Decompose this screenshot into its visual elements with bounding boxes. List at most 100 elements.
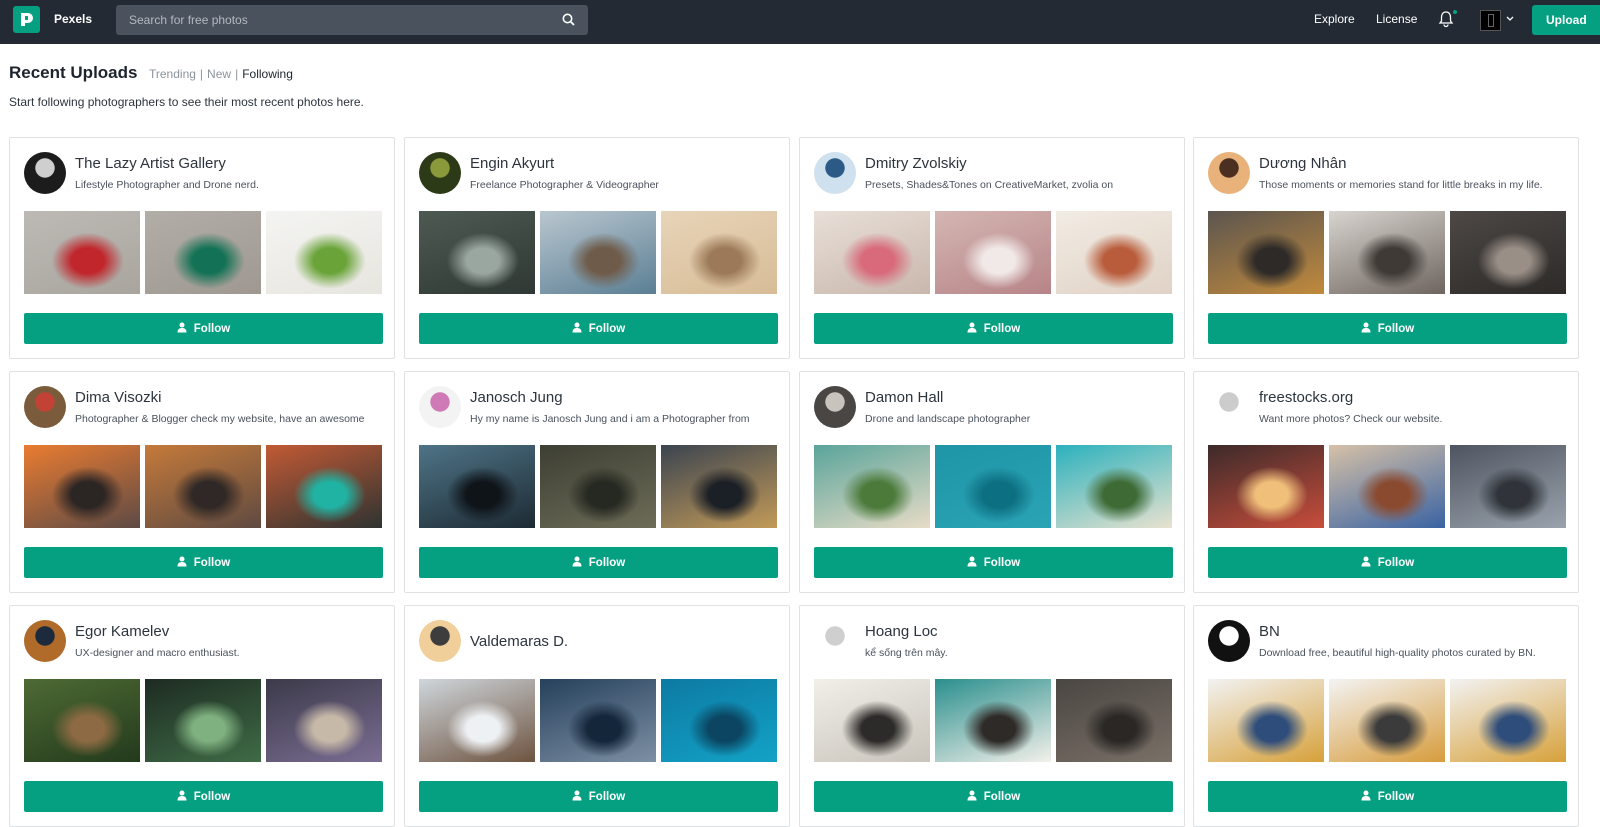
photographer-avatar[interactable] bbox=[419, 152, 461, 194]
photo-thumbnail[interactable] bbox=[419, 445, 535, 528]
photo-thumbnail[interactable] bbox=[1056, 679, 1172, 762]
user-plus-icon bbox=[967, 322, 977, 333]
photographer-avatar[interactable] bbox=[24, 620, 66, 662]
upload-button[interactable]: Upload bbox=[1532, 5, 1600, 35]
photographer-avatar[interactable] bbox=[419, 620, 461, 662]
photographer-avatar[interactable] bbox=[24, 386, 66, 428]
tab-following[interactable]: Following bbox=[242, 67, 293, 81]
photo-thumbnail[interactable] bbox=[1056, 445, 1172, 528]
photo-thumbnail[interactable] bbox=[1450, 211, 1566, 294]
photo-thumbnail[interactable] bbox=[24, 445, 140, 528]
follow-button[interactable]: Follow bbox=[24, 547, 383, 578]
tab-trending[interactable]: Trending bbox=[149, 67, 196, 81]
photo-strip bbox=[24, 211, 383, 294]
photographer-name[interactable]: BN bbox=[1259, 623, 1280, 640]
photo-thumbnail[interactable] bbox=[661, 211, 777, 294]
photographer-avatar[interactable] bbox=[1208, 620, 1250, 662]
follow-button[interactable]: Follow bbox=[814, 547, 1173, 578]
photo-thumbnail[interactable] bbox=[145, 445, 261, 528]
user-plus-icon bbox=[967, 790, 977, 801]
photo-thumbnail[interactable] bbox=[145, 679, 261, 762]
follow-button[interactable]: Follow bbox=[419, 781, 778, 812]
photo-thumbnail[interactable] bbox=[266, 211, 382, 294]
user-plus-icon bbox=[177, 556, 187, 567]
photo-thumbnail[interactable] bbox=[1208, 679, 1324, 762]
photographer-name[interactable]: Dima Visozki bbox=[75, 389, 161, 406]
follow-button[interactable]: Follow bbox=[1208, 781, 1567, 812]
photo-thumbnail[interactable] bbox=[145, 211, 261, 294]
follow-button[interactable]: Follow bbox=[814, 313, 1173, 344]
chevron-down-icon[interactable] bbox=[1506, 16, 1514, 22]
photographer-bio: Want more photos? Check our website. bbox=[1259, 413, 1443, 425]
photo-thumbnail[interactable] bbox=[1208, 445, 1324, 528]
user-plus-icon bbox=[177, 790, 187, 801]
photo-thumbnail[interactable] bbox=[1329, 211, 1445, 294]
photo-thumbnail[interactable] bbox=[540, 211, 656, 294]
photographer-bio: Freelance Photographer & Videographer bbox=[470, 179, 659, 191]
photo-thumbnail[interactable] bbox=[661, 445, 777, 528]
nav-license-link[interactable]: License bbox=[1376, 12, 1417, 26]
follow-button[interactable]: Follow bbox=[24, 781, 383, 812]
photographer-name[interactable]: Engin Akyurt bbox=[470, 155, 554, 172]
photo-thumbnail[interactable] bbox=[814, 445, 930, 528]
follow-button[interactable]: Follow bbox=[419, 313, 778, 344]
photo-thumbnail[interactable] bbox=[24, 679, 140, 762]
photo-thumbnail[interactable] bbox=[1208, 211, 1324, 294]
photographer-name[interactable]: Hoang Loc bbox=[865, 623, 938, 640]
photographer-name[interactable]: Egor Kamelev bbox=[75, 623, 169, 640]
nav-explore-link[interactable]: Explore bbox=[1314, 12, 1355, 26]
photographer-avatar[interactable] bbox=[1208, 152, 1250, 194]
page-title: Recent Uploads bbox=[9, 63, 138, 82]
photo-thumbnail[interactable] bbox=[419, 211, 535, 294]
photo-thumbnail[interactable] bbox=[935, 211, 1051, 294]
photo-thumbnail[interactable] bbox=[540, 445, 656, 528]
photo-thumbnail[interactable] bbox=[935, 679, 1051, 762]
photographer-avatar[interactable] bbox=[814, 620, 856, 662]
photo-strip bbox=[24, 679, 383, 762]
search-icon[interactable] bbox=[562, 13, 575, 26]
follow-label: Follow bbox=[588, 322, 626, 335]
follow-label: Follow bbox=[983, 322, 1021, 335]
photographer-name[interactable]: The Lazy Artist Gallery bbox=[75, 155, 226, 172]
brand-name[interactable]: Pexels bbox=[54, 12, 92, 26]
photo-strip bbox=[1208, 211, 1567, 294]
photographer-avatar[interactable] bbox=[814, 152, 856, 194]
photographer-bio: Drone and landscape photographer bbox=[865, 413, 1031, 425]
follow-button[interactable]: Follow bbox=[814, 781, 1173, 812]
user-avatar[interactable] bbox=[1480, 10, 1501, 31]
photo-thumbnail[interactable] bbox=[266, 679, 382, 762]
pexels-logo-icon bbox=[21, 13, 33, 26]
photo-thumbnail[interactable] bbox=[1450, 445, 1566, 528]
photographer-avatar[interactable] bbox=[419, 386, 461, 428]
photo-thumbnail[interactable] bbox=[1329, 445, 1445, 528]
photographer-avatar[interactable] bbox=[24, 152, 66, 194]
pexels-logo[interactable] bbox=[13, 6, 40, 33]
photo-thumbnail[interactable] bbox=[1450, 679, 1566, 762]
photo-thumbnail[interactable] bbox=[1329, 679, 1445, 762]
follow-button[interactable]: Follow bbox=[419, 547, 778, 578]
photo-thumbnail[interactable] bbox=[419, 679, 535, 762]
bell-icon[interactable] bbox=[1438, 10, 1454, 28]
photographer-name[interactable]: Janosch Jung bbox=[470, 389, 563, 406]
search-input[interactable] bbox=[116, 5, 556, 35]
follow-label: Follow bbox=[1377, 322, 1415, 335]
follow-button[interactable]: Follow bbox=[1208, 547, 1567, 578]
photographer-name[interactable]: freestocks.org bbox=[1259, 389, 1353, 406]
photo-thumbnail[interactable] bbox=[814, 211, 930, 294]
photographer-avatar[interactable] bbox=[1208, 386, 1250, 428]
follow-button[interactable]: Follow bbox=[1208, 313, 1567, 344]
follow-button[interactable]: Follow bbox=[24, 313, 383, 344]
photo-thumbnail[interactable] bbox=[814, 679, 930, 762]
photo-thumbnail[interactable] bbox=[24, 211, 140, 294]
photo-thumbnail[interactable] bbox=[935, 445, 1051, 528]
photo-thumbnail[interactable] bbox=[266, 445, 382, 528]
photo-thumbnail[interactable] bbox=[661, 679, 777, 762]
photographer-name[interactable]: Dmitry Zvolskiy bbox=[865, 155, 967, 172]
photographer-name[interactable]: Dương Nhân bbox=[1259, 155, 1346, 172]
photographer-name[interactable]: Damon Hall bbox=[865, 389, 943, 406]
tab-new[interactable]: New bbox=[207, 67, 231, 81]
photo-thumbnail[interactable] bbox=[540, 679, 656, 762]
photographer-avatar[interactable] bbox=[814, 386, 856, 428]
photo-thumbnail[interactable] bbox=[1056, 211, 1172, 294]
photographer-name[interactable]: Valdemaras D. bbox=[470, 633, 568, 650]
